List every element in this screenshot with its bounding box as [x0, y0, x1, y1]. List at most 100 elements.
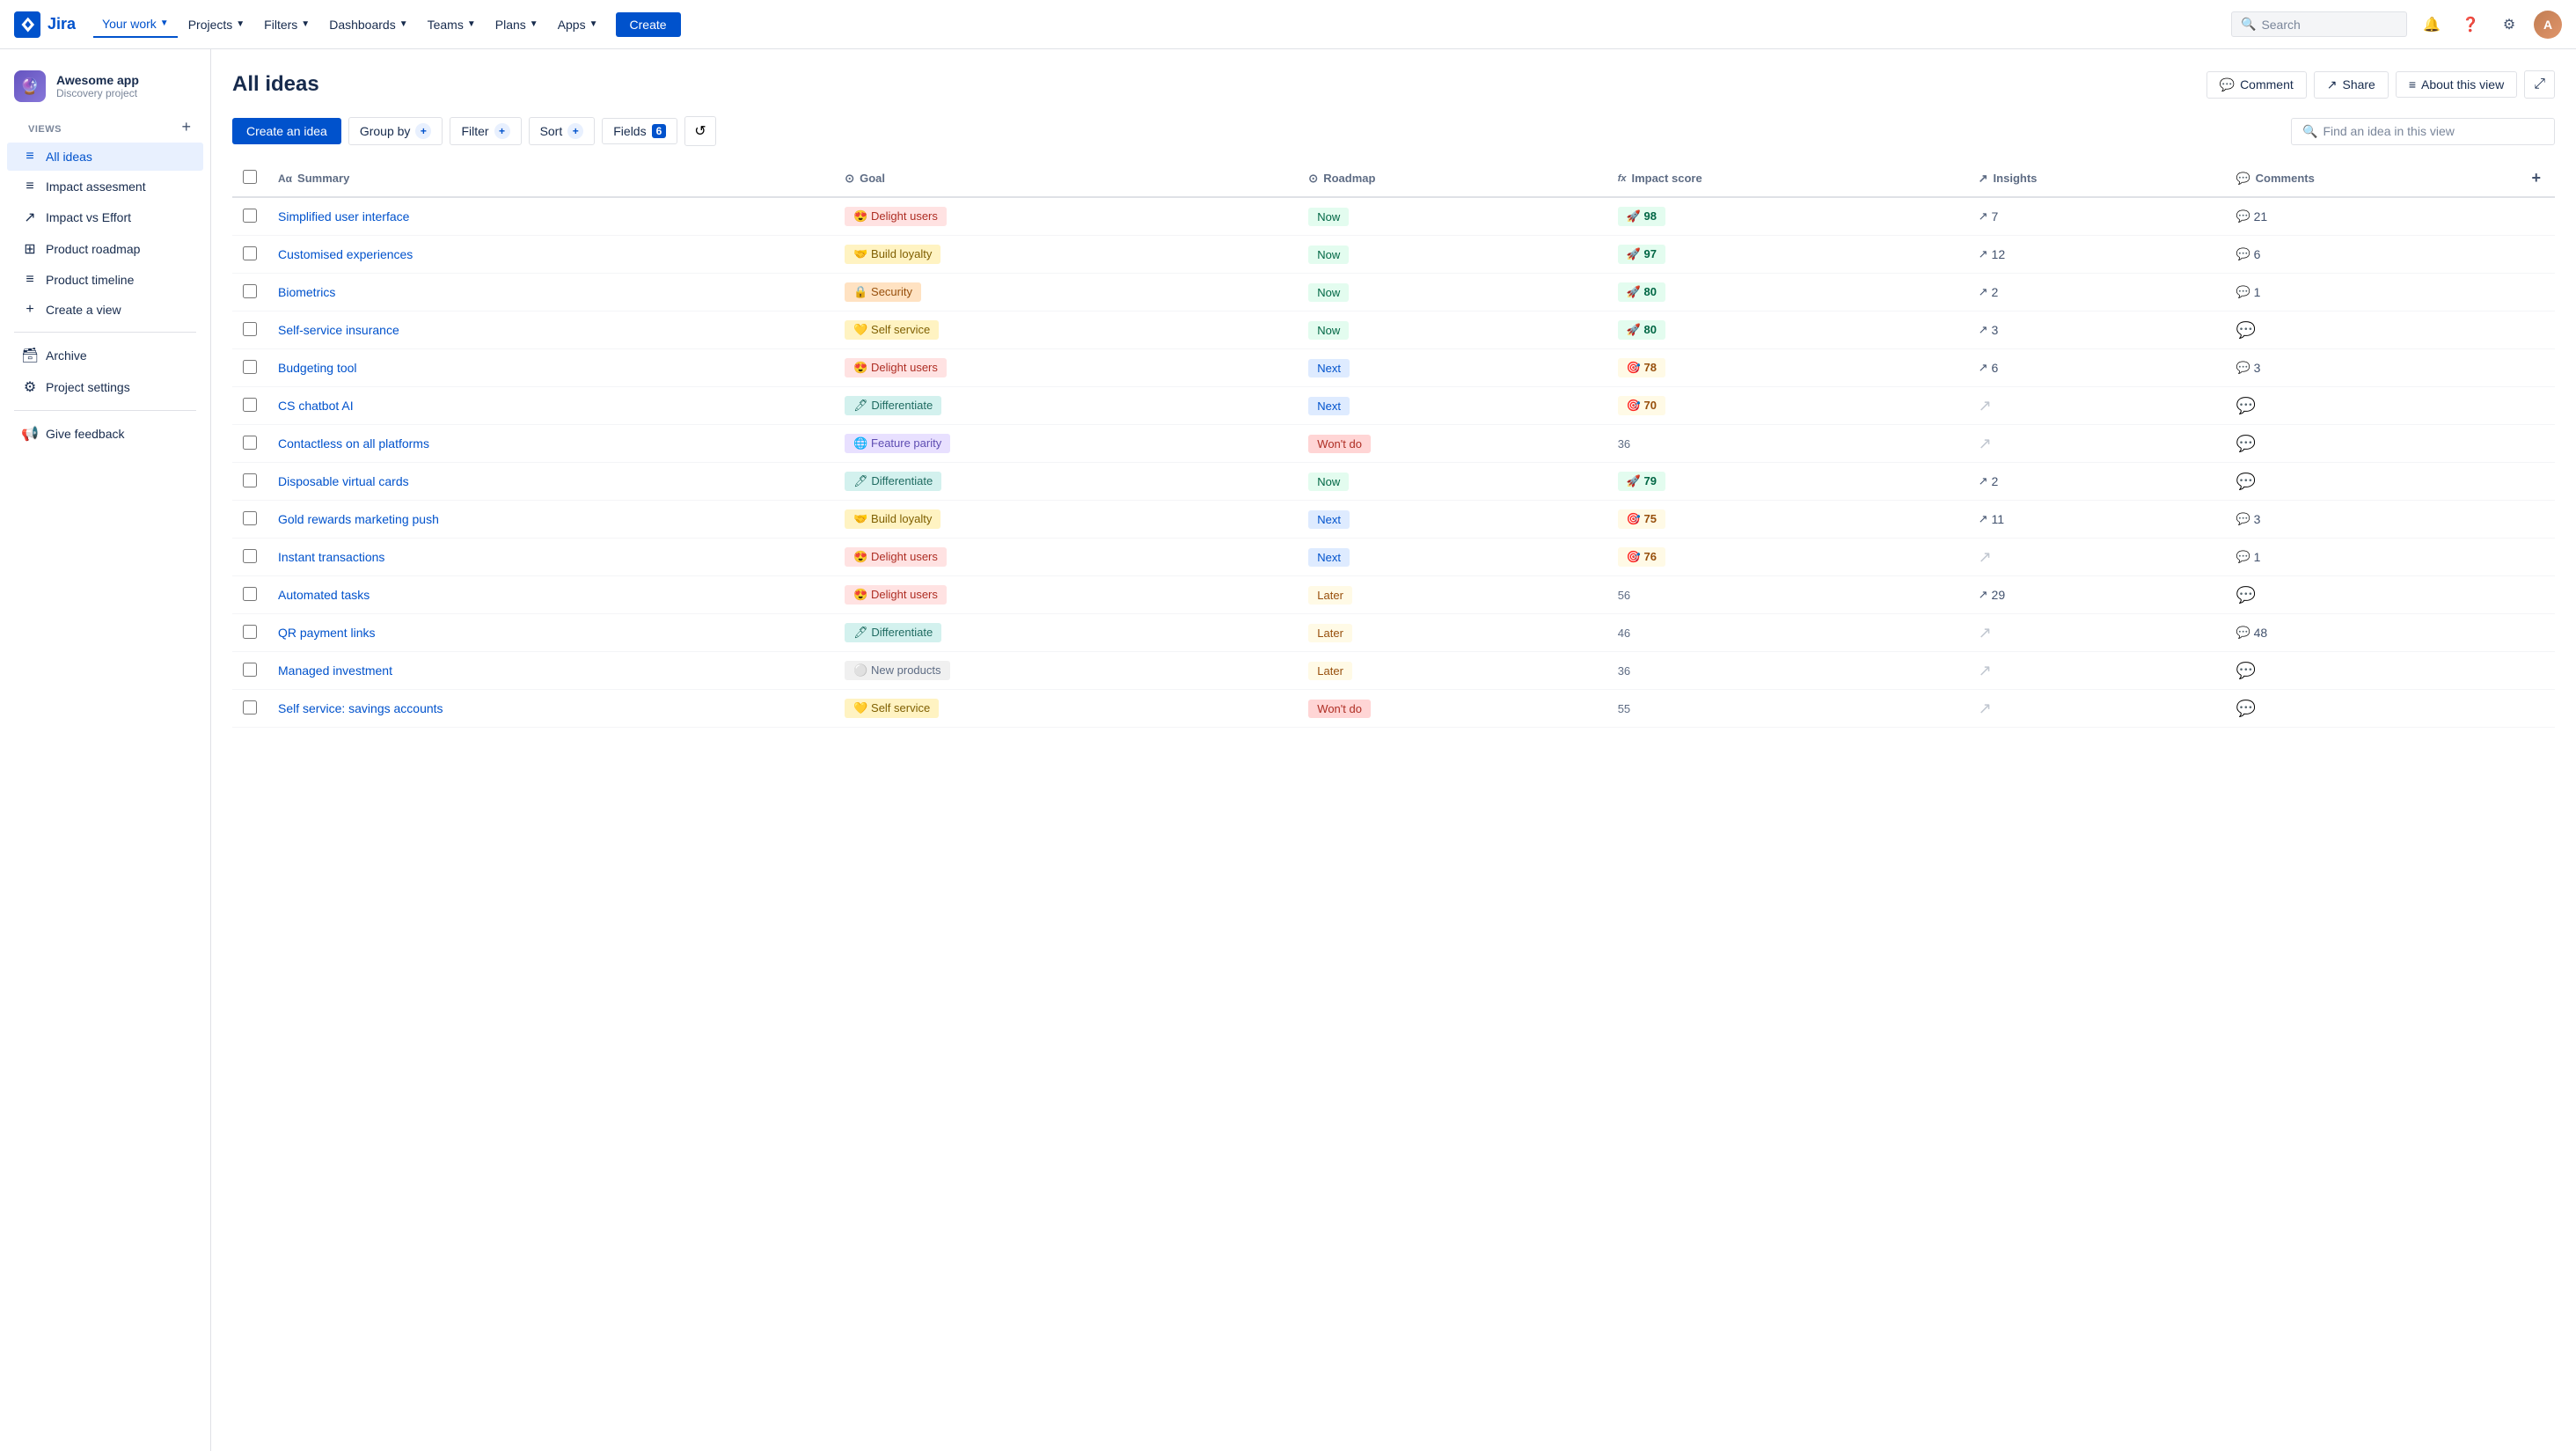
goal-badge[interactable]: 🌐 Feature parity — [845, 434, 950, 453]
roadmap-badge[interactable]: Now — [1308, 473, 1349, 491]
goal-badge[interactable]: 💛 Self service — [845, 699, 939, 718]
row-summary[interactable]: CS chatbot AI — [267, 387, 834, 425]
row-summary[interactable]: Contactless on all platforms — [267, 425, 834, 463]
create-idea-button[interactable]: Create an idea — [232, 118, 341, 144]
sidebar-item-impact-assessment[interactable]: ≡ Impact assesment — [7, 172, 203, 201]
refresh-button[interactable]: ↺ — [684, 116, 715, 146]
row-summary[interactable]: Disposable virtual cards — [267, 463, 834, 501]
row-checkbox[interactable] — [243, 700, 257, 715]
notifications-button[interactable]: 🔔 — [2418, 11, 2446, 39]
roadmap-badge[interactable]: Won't do — [1308, 700, 1371, 718]
goal-badge[interactable]: 😍 Delight users — [845, 207, 947, 226]
goal-badge[interactable]: 😍 Delight users — [845, 358, 947, 377]
fields-button[interactable]: Fields 6 — [602, 118, 677, 144]
share-button[interactable]: ↗ Share — [2314, 71, 2389, 99]
impact-score-badge[interactable]: 🚀 98 — [1618, 207, 1665, 226]
nav-filters[interactable]: Filters ▼ — [255, 12, 318, 37]
row-checkbox[interactable] — [243, 246, 257, 260]
goal-badge[interactable]: 🔒 Security — [845, 282, 921, 302]
row-summary[interactable]: Budgeting tool — [267, 349, 834, 387]
col-header-insights[interactable]: ↗ Insights — [1968, 160, 2226, 197]
goal-badge[interactable]: 🖊 Differentiate — [845, 472, 941, 491]
create-button[interactable]: Create — [616, 12, 681, 37]
row-checkbox[interactable] — [243, 322, 257, 336]
roadmap-badge[interactable]: Next — [1308, 397, 1350, 415]
impact-score-badge[interactable]: 🚀 79 — [1618, 472, 1665, 491]
row-checkbox[interactable] — [243, 360, 257, 374]
roadmap-badge[interactable]: Next — [1308, 510, 1350, 529]
row-checkbox[interactable] — [243, 284, 257, 298]
impact-score-badge[interactable]: 🎯 76 — [1618, 547, 1665, 567]
add-view-button[interactable]: + — [176, 116, 196, 138]
nav-dashboards[interactable]: Dashboards ▼ — [320, 12, 416, 37]
row-summary[interactable]: Customised experiences — [267, 236, 834, 274]
comment-button[interactable]: 💬 Comment — [2206, 71, 2307, 99]
sidebar-item-product-timeline[interactable]: ≡ Product timeline — [7, 266, 203, 294]
row-checkbox[interactable] — [243, 473, 257, 487]
goal-badge[interactable]: ⚪ New products — [845, 661, 949, 680]
sort-button[interactable]: Sort + — [529, 117, 596, 145]
row-summary[interactable]: Gold rewards marketing push — [267, 501, 834, 539]
row-summary[interactable]: Biometrics — [267, 274, 834, 311]
row-checkbox[interactable] — [243, 436, 257, 450]
topnav-search[interactable]: 🔍 — [2231, 11, 2407, 37]
sidebar-item-create-view[interactable]: + Create a view — [7, 296, 203, 324]
filter-button[interactable]: Filter + — [450, 117, 521, 145]
col-header-goal[interactable]: ⊙ Goal — [834, 160, 1298, 197]
roadmap-badge[interactable]: Won't do — [1308, 435, 1371, 453]
nav-apps[interactable]: Apps ▼ — [549, 12, 607, 37]
user-avatar[interactable]: A — [2534, 11, 2562, 39]
goal-badge[interactable]: 🤝 Build loyalty — [845, 245, 940, 264]
row-checkbox[interactable] — [243, 625, 257, 639]
row-checkbox[interactable] — [243, 549, 257, 563]
find-idea-input[interactable] — [2323, 124, 2543, 138]
row-summary[interactable]: Automated tasks — [267, 576, 834, 614]
row-checkbox[interactable] — [243, 511, 257, 525]
toolbar-search[interactable]: 🔍 — [2291, 118, 2555, 145]
impact-score-badge[interactable]: 🎯 75 — [1618, 509, 1665, 529]
goal-badge[interactable]: 😍 Delight users — [845, 585, 947, 605]
sidebar-item-project-settings[interactable]: ⚙ Project settings — [7, 372, 203, 402]
roadmap-badge[interactable]: Now — [1308, 208, 1349, 226]
roadmap-badge[interactable]: Later — [1308, 586, 1352, 605]
sidebar-item-all-ideas[interactable]: ≡ All ideas — [7, 143, 203, 171]
row-checkbox[interactable] — [243, 587, 257, 601]
settings-button[interactable]: ⚙ — [2495, 11, 2523, 39]
col-header-add[interactable]: + — [2517, 160, 2555, 197]
add-column-button[interactable]: + — [2528, 165, 2544, 190]
row-summary[interactable]: Instant transactions — [267, 539, 834, 576]
group-by-button[interactable]: Group by + — [348, 117, 443, 145]
help-button[interactable]: ❓ — [2456, 11, 2485, 39]
jira-logo[interactable]: Jira — [14, 11, 76, 38]
col-header-impact[interactable]: fx Impact score — [1607, 160, 1968, 197]
col-header-summary[interactable]: Aα Summary — [267, 160, 834, 197]
nav-teams[interactable]: Teams ▼ — [419, 12, 485, 37]
impact-score-badge[interactable]: 🚀 80 — [1618, 282, 1665, 302]
sidebar-item-product-roadmap[interactable]: ⊞ Product roadmap — [7, 234, 203, 264]
search-input[interactable] — [2261, 18, 2397, 32]
roadmap-badge[interactable]: Now — [1308, 245, 1349, 264]
goal-badge[interactable]: 😍 Delight users — [845, 547, 947, 567]
about-view-button[interactable]: ≡ About this view — [2396, 71, 2517, 98]
sidebar-item-impact-vs-effort[interactable]: ↗ Impact vs Effort — [7, 202, 203, 232]
col-header-comments[interactable]: 💬 Comments — [2225, 160, 2517, 197]
row-checkbox[interactable] — [243, 663, 257, 677]
goal-badge[interactable]: 🤝 Build loyalty — [845, 509, 940, 529]
nav-projects[interactable]: Projects ▼ — [179, 12, 253, 37]
sidebar-item-archive[interactable]: 🗃 Archive — [7, 341, 203, 370]
roadmap-badge[interactable]: Now — [1308, 283, 1349, 302]
roadmap-badge[interactable]: Now — [1308, 321, 1349, 340]
col-header-roadmap[interactable]: ⊙ Roadmap — [1298, 160, 1606, 197]
nav-plans[interactable]: Plans ▼ — [487, 12, 547, 37]
nav-your-work[interactable]: Your work ▼ — [93, 11, 178, 38]
impact-score-badge[interactable]: 🚀 97 — [1618, 245, 1665, 264]
impact-score-badge[interactable]: 🎯 70 — [1618, 396, 1665, 415]
roadmap-badge[interactable]: Later — [1308, 662, 1352, 680]
roadmap-badge[interactable]: Next — [1308, 359, 1350, 377]
impact-score-badge[interactable]: 🎯 78 — [1618, 358, 1665, 377]
row-summary[interactable]: Self-service insurance — [267, 311, 834, 349]
row-summary[interactable]: Self service: savings accounts — [267, 690, 834, 728]
impact-score-badge[interactable]: 🚀 80 — [1618, 320, 1665, 340]
sidebar-item-give-feedback[interactable]: 📢 Give feedback — [7, 419, 203, 449]
row-checkbox[interactable] — [243, 398, 257, 412]
